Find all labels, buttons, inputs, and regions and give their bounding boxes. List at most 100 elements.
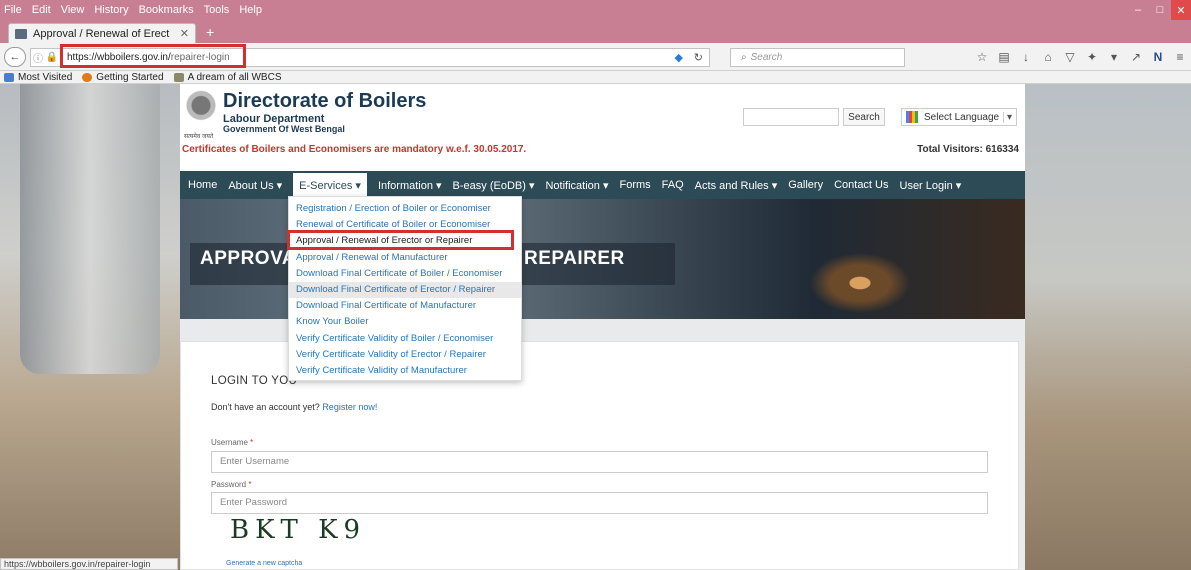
- state-emblem-logo: [186, 90, 216, 134]
- hamburger-menu-icon[interactable]: ≡: [1169, 48, 1191, 66]
- nav-about-us[interactable]: About Us ▾: [228, 179, 282, 192]
- firefox-icon: [82, 72, 93, 82]
- nav-faq[interactable]: FAQ: [662, 179, 684, 191]
- maximize-icon[interactable]: □: [1149, 0, 1171, 20]
- site-search-button[interactable]: Search: [843, 108, 885, 126]
- bookmarks-bar: Most Visited Getting Started A dream of …: [0, 71, 1191, 84]
- close-window-icon[interactable]: ✕: [1171, 0, 1191, 20]
- site-container: सत्यमेव जयते Directorate of Boilers Labo…: [180, 84, 1025, 570]
- username-input[interactable]: Enter Username: [211, 451, 988, 473]
- menu-history[interactable]: History: [94, 4, 128, 16]
- nav-e-services[interactable]: E-Services ▾: [293, 172, 367, 198]
- reload-icon[interactable]: ↻: [694, 51, 703, 64]
- minimize-icon[interactable]: –: [1127, 0, 1149, 20]
- password-input[interactable]: Enter Password: [211, 492, 988, 514]
- bookmark-label: Getting Started: [96, 71, 164, 83]
- emblem-caption: सत्यमेव जयते: [184, 134, 214, 140]
- info-icon[interactable]: ⓘ: [31, 50, 45, 65]
- register-link[interactable]: Register now!: [322, 402, 377, 412]
- menu-help[interactable]: Help: [239, 4, 262, 16]
- e-services-dropdown: Registration / Erection of Boiler or Eco…: [288, 196, 522, 381]
- site-favicon-icon: [15, 28, 27, 39]
- required-mark: *: [248, 480, 252, 489]
- nav-contact-us[interactable]: Contact Us: [834, 179, 888, 191]
- bookmark-most-visited[interactable]: Most Visited: [4, 72, 72, 83]
- emblem-icon: [173, 72, 184, 82]
- nav-information[interactable]: Information ▾: [378, 179, 442, 192]
- site-government: Government Of West Bengal: [223, 124, 345, 134]
- bookmark-label: A dream of all WBCS: [187, 71, 282, 83]
- password-label-text: Password: [211, 480, 247, 489]
- nav-notification[interactable]: Notification ▾: [545, 179, 608, 192]
- nav-b-easy[interactable]: B-easy (EoDB) ▾: [453, 179, 535, 192]
- site-identity-icon[interactable]: ◆: [675, 51, 683, 64]
- browser-tab[interactable]: Approval / Renewal of Erect ✕: [8, 23, 196, 43]
- home-icon[interactable]: ⌂: [1037, 48, 1059, 66]
- tab-title: Approval / Renewal of Erect: [33, 27, 170, 40]
- page-viewport: सत्यमेव जयते Directorate of Boilers Labo…: [0, 84, 1191, 570]
- window-controls: – □ ✕: [1127, 0, 1191, 20]
- bookmark-star-icon[interactable]: ☆: [971, 48, 993, 66]
- dropdown-item[interactable]: Download Final Certificate of Boiler / E…: [289, 266, 521, 282]
- menu-edit[interactable]: Edit: [32, 4, 51, 16]
- nav-home[interactable]: Home: [188, 179, 217, 191]
- cooling-tower-image: [20, 84, 160, 374]
- site-title[interactable]: Directorate of Boilers: [223, 90, 426, 113]
- reading-list-icon[interactable]: ▤: [993, 48, 1015, 66]
- nav-gallery[interactable]: Gallery: [788, 179, 823, 191]
- extension-icon[interactable]: ✦: [1081, 48, 1103, 66]
- dropdown-item-hovered[interactable]: Download Final Certificate of Erector / …: [289, 281, 521, 299]
- menu-tools[interactable]: Tools: [204, 4, 230, 16]
- background-image-left: [0, 84, 180, 570]
- username-label: Username *: [211, 438, 253, 447]
- language-label: Select Language: [924, 111, 1000, 123]
- password-label: Password *: [211, 480, 251, 489]
- search-icon: ⌕: [741, 52, 747, 63]
- menu-file[interactable]: File: [4, 4, 22, 16]
- nav-forms[interactable]: Forms: [619, 179, 650, 191]
- chevron-down-icon: ▾: [1002, 111, 1012, 123]
- back-arrow-icon[interactable]: ←: [4, 47, 26, 67]
- no-account-text: Don't have an account yet?: [211, 402, 320, 412]
- dropdown-arrow-icon[interactable]: ▾: [1103, 48, 1125, 66]
- status-bar-url: https://wbboilers.gov.in/repairer-login: [0, 558, 178, 570]
- download-icon[interactable]: ↓: [1015, 48, 1037, 66]
- username-label-text: Username: [211, 438, 248, 447]
- dropdown-item[interactable]: Know Your Boiler: [289, 314, 521, 330]
- pen-icon[interactable]: ↗: [1125, 48, 1147, 66]
- browser-search-box[interactable]: ⌕ Search: [730, 48, 905, 67]
- n-extension-icon[interactable]: N: [1147, 48, 1169, 66]
- welder-image: [800, 229, 950, 319]
- folder-icon: [4, 72, 14, 82]
- menu-item-highlight-box: [287, 230, 514, 250]
- dropdown-item[interactable]: Approval / Renewal of Manufacturer: [289, 250, 521, 266]
- bookmark-label: Most Visited: [18, 71, 73, 83]
- bookmark-getting-started[interactable]: Getting Started: [82, 71, 164, 83]
- menu-bookmarks[interactable]: Bookmarks: [139, 4, 194, 16]
- generate-captcha-link[interactable]: Generate a new captcha: [226, 560, 302, 567]
- tab-bar: Approval / Renewal of Erect ✕ +: [0, 20, 1191, 43]
- register-prompt: Don't have an account yet? Register now!: [211, 402, 377, 412]
- url-highlight-box: [60, 44, 246, 68]
- nav-user-login[interactable]: User Login ▾: [900, 179, 962, 192]
- captcha-image: BKT K9: [230, 515, 367, 545]
- bookmark-wbcs[interactable]: A dream of all WBCS: [173, 71, 282, 83]
- dropdown-item[interactable]: Download Final Certificate of Manufactur…: [289, 298, 521, 314]
- google-translate-icon: [906, 111, 918, 123]
- tab-close-icon[interactable]: ✕: [180, 27, 189, 40]
- menu-view[interactable]: View: [61, 4, 85, 16]
- pocket-icon[interactable]: ▽: [1059, 48, 1081, 66]
- background-image-right: [1023, 84, 1191, 570]
- browser-search-placeholder: Search: [750, 52, 783, 63]
- nav-acts-and-rules[interactable]: Acts and Rules ▾: [695, 179, 778, 192]
- site-search-input[interactable]: [743, 108, 839, 126]
- dropdown-item[interactable]: Verify Certificate Validity of Boiler / …: [289, 331, 521, 347]
- login-title: LOGIN TO YOU: [211, 375, 298, 387]
- dropdown-item[interactable]: Verify Certificate Validity of Manufactu…: [289, 363, 521, 379]
- site-main-nav: Home About Us ▾ E-Services ▾ Information…: [180, 171, 1025, 199]
- new-tab-icon[interactable]: +: [206, 24, 214, 40]
- visitor-counter: Total Visitors: 616334: [917, 144, 1019, 155]
- language-selector[interactable]: Select Language ▾: [901, 108, 1017, 126]
- dropdown-item[interactable]: Verify Certificate Validity of Erector /…: [289, 347, 521, 363]
- dropdown-item[interactable]: Registration / Erection of Boiler or Eco…: [289, 201, 521, 217]
